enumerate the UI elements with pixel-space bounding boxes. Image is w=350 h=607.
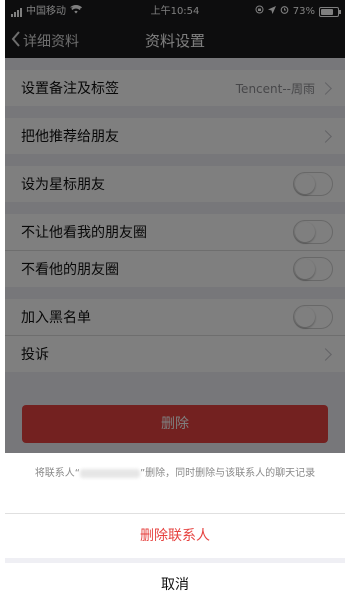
action-sheet: 将联系人“ ”删除，同时删除与该联系人的聊天记录 删除联系人 取消 (5, 453, 345, 607)
delete-contact-button[interactable]: 删除联系人 (5, 514, 345, 558)
message-prefix: 将联系人“ (34, 468, 80, 479)
phone-screen: 中国移动 上午10:54 73% 详细资料 资料设置 (5, 0, 345, 607)
action-sheet-message: 将联系人“ ”删除，同时删除与该联系人的聊天记录 (5, 453, 345, 514)
message-suffix: ”删除，同时删除与该联系人的聊天记录 (140, 468, 316, 479)
cancel-button[interactable]: 取消 (5, 563, 345, 607)
blurred-contact-name (80, 468, 140, 478)
